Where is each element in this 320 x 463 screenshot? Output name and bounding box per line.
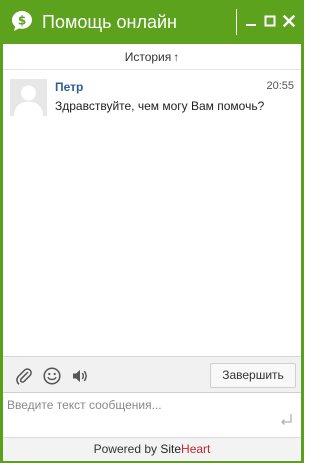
avatar [10, 79, 47, 116]
smiley-icon[interactable] [42, 366, 62, 386]
enter-icon[interactable] [279, 413, 293, 427]
titlebar[interactable]: $ Помощь онлайн [0, 0, 304, 44]
brand-link[interactable]: SiteHeart [160, 442, 210, 456]
user-silhouette-icon [10, 79, 47, 116]
powered-by-label: Powered by [93, 442, 157, 456]
brand-site: Site [160, 442, 182, 456]
history-label: История [124, 50, 172, 64]
chat-bubble-dollar-icon: $ [12, 11, 32, 31]
close-icon[interactable] [280, 12, 298, 30]
message-input[interactable] [3, 393, 273, 435]
brand-heart: Heart [181, 442, 211, 456]
divider [3, 69, 301, 70]
message-author: Петр [55, 80, 84, 94]
minimize-icon[interactable] [242, 12, 260, 30]
window-title: Помощь онлайн [42, 12, 177, 32]
message-time: 20:55 [266, 80, 294, 92]
svg-text:$: $ [18, 14, 26, 28]
message-input-area [3, 392, 301, 437]
chat-toolbar: Завершить [3, 356, 301, 392]
titlebar-separator [236, 9, 237, 35]
speaker-icon[interactable] [70, 366, 90, 386]
footer: Powered by SiteHeart [3, 437, 301, 461]
history-link[interactable]: История ↑ [3, 49, 301, 65]
paperclip-icon[interactable] [14, 366, 34, 386]
message-area[interactable]: История ↑ Петр 20:55 Здравствуйте, чем мо… [3, 44, 301, 356]
history-arrow-icon: ↑ [173, 50, 180, 64]
message-text: Здравствуйте, чем могу Вам помочь? [55, 99, 265, 113]
chat-window: $ Помощь онлайн История ↑ Петр 20:55 Здр… [0, 0, 304, 463]
maximize-icon[interactable] [261, 12, 279, 30]
end-chat-button[interactable]: Завершить [210, 363, 296, 388]
